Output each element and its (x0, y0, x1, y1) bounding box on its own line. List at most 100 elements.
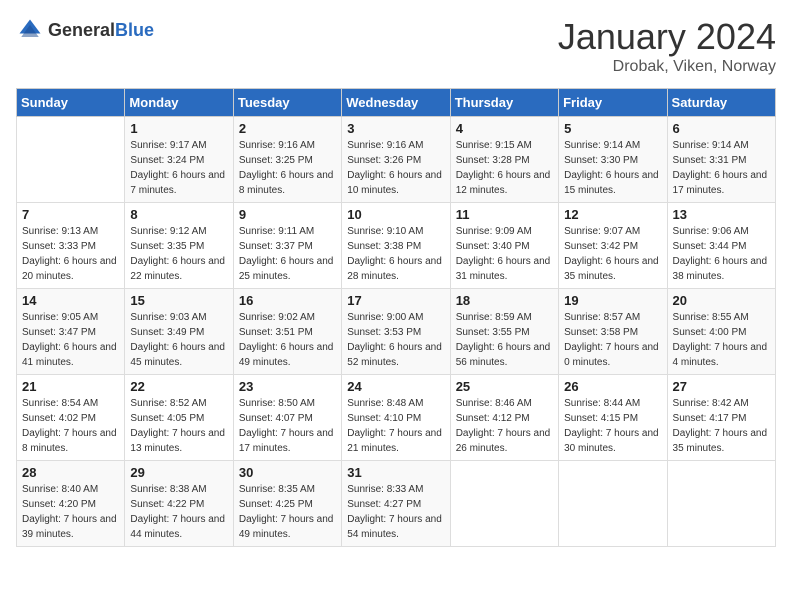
day-info: Sunrise: 9:06 AMSunset: 3:44 PMDaylight:… (673, 224, 770, 284)
day-info: Sunrise: 8:38 AMSunset: 4:22 PMDaylight:… (130, 482, 227, 542)
logo-blue: Blue (115, 20, 154, 40)
day-info: Sunrise: 8:48 AMSunset: 4:10 PMDaylight:… (347, 396, 444, 456)
day-info: Sunrise: 8:44 AMSunset: 4:15 PMDaylight:… (564, 396, 661, 456)
day-number: 22 (130, 379, 227, 394)
day-info: Sunrise: 9:15 AMSunset: 3:28 PMDaylight:… (456, 138, 553, 198)
calendar-cell (450, 461, 558, 547)
day-info: Sunrise: 9:16 AMSunset: 3:25 PMDaylight:… (239, 138, 336, 198)
day-number: 14 (22, 293, 119, 308)
calendar-cell: 16 Sunrise: 9:02 AMSunset: 3:51 PMDayligh… (233, 289, 341, 375)
calendar-cell: 31Sunrise: 8:33 AMSunset: 4:27 PMDayligh… (342, 461, 450, 547)
calendar-cell: 10 Sunrise: 9:10 AMSunset: 3:38 PMDayligh… (342, 203, 450, 289)
weekday-header: Sunday (17, 89, 125, 117)
calendar-week-row: 14 Sunrise: 9:05 AMSunset: 3:47 PMDayligh… (17, 289, 776, 375)
calendar-cell: 14 Sunrise: 9:05 AMSunset: 3:47 PMDayligh… (17, 289, 125, 375)
day-info: Sunrise: 8:52 AMSunset: 4:05 PMDaylight:… (130, 396, 227, 456)
calendar-cell: 3 Sunrise: 9:16 AMSunset: 3:26 PMDaylight… (342, 117, 450, 203)
calendar-cell: 8Sunrise: 9:12 AMSunset: 3:35 PMDaylight… (125, 203, 233, 289)
calendar-cell: 12 Sunrise: 9:07 AMSunset: 3:42 PMDayligh… (559, 203, 667, 289)
page-header: GeneralBlue January 2024 Drobak, Viken, … (16, 16, 776, 76)
day-number: 24 (347, 379, 444, 394)
day-number: 7 (22, 207, 119, 222)
day-number: 6 (673, 121, 770, 136)
day-info: Sunrise: 9:13 AMSunset: 3:33 PMDaylight:… (22, 224, 119, 284)
day-info: Sunrise: 9:14 AMSunset: 3:30 PMDaylight:… (564, 138, 661, 198)
title-block: January 2024 Drobak, Viken, Norway (558, 16, 776, 76)
calendar-week-row: 7 Sunrise: 9:13 AMSunset: 3:33 PMDaylight… (17, 203, 776, 289)
day-number: 25 (456, 379, 553, 394)
calendar-week-row: 1Sunrise: 9:17 AMSunset: 3:24 PMDaylight… (17, 117, 776, 203)
weekday-header: Friday (559, 89, 667, 117)
calendar-cell: 13 Sunrise: 9:06 AMSunset: 3:44 PMDayligh… (667, 203, 775, 289)
calendar-cell: 1Sunrise: 9:17 AMSunset: 3:24 PMDaylight… (125, 117, 233, 203)
day-info: Sunrise: 9:05 AMSunset: 3:47 PMDaylight:… (22, 310, 119, 370)
calendar-cell (559, 461, 667, 547)
calendar-week-row: 28 Sunrise: 8:40 AMSunset: 4:20 PMDayligh… (17, 461, 776, 547)
calendar-cell: 23Sunrise: 8:50 AMSunset: 4:07 PMDayligh… (233, 375, 341, 461)
calendar-cell: 22 Sunrise: 8:52 AMSunset: 4:05 PMDayligh… (125, 375, 233, 461)
day-number: 10 (347, 207, 444, 222)
calendar-cell: 4 Sunrise: 9:15 AMSunset: 3:28 PMDaylight… (450, 117, 558, 203)
calendar-cell: 11 Sunrise: 9:09 AMSunset: 3:40 PMDayligh… (450, 203, 558, 289)
day-info: Sunrise: 9:07 AMSunset: 3:42 PMDaylight:… (564, 224, 661, 284)
calendar-cell: 6 Sunrise: 9:14 AMSunset: 3:31 PMDaylight… (667, 117, 775, 203)
day-number: 5 (564, 121, 661, 136)
day-number: 29 (130, 465, 227, 480)
day-number: 19 (564, 293, 661, 308)
logo-text: GeneralBlue (48, 20, 154, 41)
day-info: Sunrise: 8:50 AMSunset: 4:07 PMDaylight:… (239, 396, 336, 456)
day-number: 13 (673, 207, 770, 222)
day-number: 15 (130, 293, 227, 308)
calendar-cell: 7 Sunrise: 9:13 AMSunset: 3:33 PMDaylight… (17, 203, 125, 289)
calendar-cell: 26Sunrise: 8:44 AMSunset: 4:15 PMDayligh… (559, 375, 667, 461)
day-info: Sunrise: 9:10 AMSunset: 3:38 PMDaylight:… (347, 224, 444, 284)
day-info: Sunrise: 9:16 AMSunset: 3:26 PMDaylight:… (347, 138, 444, 198)
day-number: 16 (239, 293, 336, 308)
calendar-cell: 25 Sunrise: 8:46 AMSunset: 4:12 PMDayligh… (450, 375, 558, 461)
day-info: Sunrise: 9:02 AMSunset: 3:51 PMDaylight:… (239, 310, 336, 370)
logo-general: General (48, 20, 115, 40)
day-number: 31 (347, 465, 444, 480)
day-info: Sunrise: 8:54 AMSunset: 4:02 PMDaylight:… (22, 396, 119, 456)
weekday-header: Thursday (450, 89, 558, 117)
day-info: Sunrise: 8:46 AMSunset: 4:12 PMDaylight:… (456, 396, 553, 456)
calendar-cell: 27 Sunrise: 8:42 AMSunset: 4:17 PMDayligh… (667, 375, 775, 461)
weekday-header: Saturday (667, 89, 775, 117)
day-info: Sunrise: 8:59 AMSunset: 3:55 PMDaylight:… (456, 310, 553, 370)
calendar-cell: 9 Sunrise: 9:11 AMSunset: 3:37 PMDaylight… (233, 203, 341, 289)
calendar-cell: 20 Sunrise: 8:55 AMSunset: 4:00 PMDayligh… (667, 289, 775, 375)
weekday-header: Monday (125, 89, 233, 117)
day-number: 2 (239, 121, 336, 136)
day-number: 8 (130, 207, 227, 222)
calendar-cell: 18Sunrise: 8:59 AMSunset: 3:55 PMDayligh… (450, 289, 558, 375)
calendar-cell: 2 Sunrise: 9:16 AMSunset: 3:25 PMDaylight… (233, 117, 341, 203)
day-number: 28 (22, 465, 119, 480)
calendar-cell (17, 117, 125, 203)
day-number: 11 (456, 207, 553, 222)
day-info: Sunrise: 9:11 AMSunset: 3:37 PMDaylight:… (239, 224, 336, 284)
day-number: 30 (239, 465, 336, 480)
day-info: Sunrise: 9:03 AMSunset: 3:49 PMDaylight:… (130, 310, 227, 370)
day-number: 20 (673, 293, 770, 308)
calendar-cell: 5 Sunrise: 9:14 AMSunset: 3:30 PMDaylight… (559, 117, 667, 203)
calendar-cell: 24 Sunrise: 8:48 AMSunset: 4:10 PMDayligh… (342, 375, 450, 461)
day-number: 9 (239, 207, 336, 222)
day-info: Sunrise: 8:57 AMSunset: 3:58 PMDaylight:… (564, 310, 661, 370)
month-title: January 2024 (558, 16, 776, 58)
day-info: Sunrise: 8:42 AMSunset: 4:17 PMDaylight:… (673, 396, 770, 456)
day-info: Sunrise: 8:35 AMSunset: 4:25 PMDaylight:… (239, 482, 336, 542)
day-info: Sunrise: 8:55 AMSunset: 4:00 PMDaylight:… (673, 310, 770, 370)
day-info: Sunrise: 9:09 AMSunset: 3:40 PMDaylight:… (456, 224, 553, 284)
calendar-cell: 29 Sunrise: 8:38 AMSunset: 4:22 PMDayligh… (125, 461, 233, 547)
day-number: 27 (673, 379, 770, 394)
calendar-cell (667, 461, 775, 547)
logo-icon (16, 16, 44, 44)
day-info: Sunrise: 9:14 AMSunset: 3:31 PMDaylight:… (673, 138, 770, 198)
day-number: 4 (456, 121, 553, 136)
day-info: Sunrise: 8:40 AMSunset: 4:20 PMDaylight:… (22, 482, 119, 542)
day-number: 21 (22, 379, 119, 394)
calendar-cell: 30 Sunrise: 8:35 AMSunset: 4:25 PMDayligh… (233, 461, 341, 547)
day-number: 12 (564, 207, 661, 222)
day-info: Sunrise: 9:17 AMSunset: 3:24 PMDaylight:… (130, 138, 227, 198)
day-number: 3 (347, 121, 444, 136)
